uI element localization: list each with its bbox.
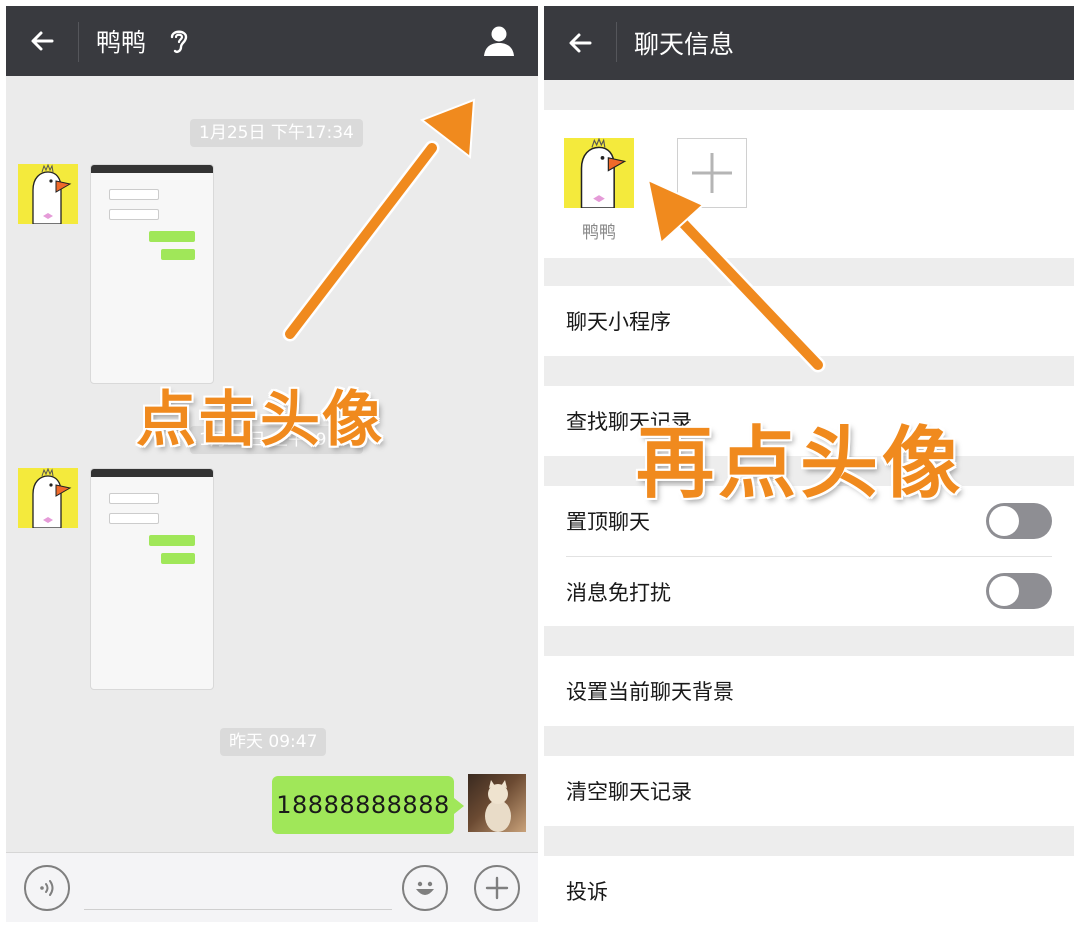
duck-avatar-icon xyxy=(580,138,627,208)
chat-info-header: 聊天信息 xyxy=(544,6,1074,80)
clear-history-label: 清空聊天记录 xyxy=(566,780,692,804)
pin-chat-toggle[interactable] xyxy=(986,503,1052,539)
mute-label: 消息免打扰 xyxy=(566,580,671,605)
mini-program-label: 聊天小程序 xyxy=(566,310,671,334)
sent-message-bubble[interactable]: 18888888888 xyxy=(272,776,464,834)
message-input[interactable] xyxy=(84,909,392,910)
input-bar xyxy=(6,852,538,922)
earpiece-mode-indicator xyxy=(166,26,192,60)
back-arrow-icon xyxy=(569,33,592,53)
report-item[interactable]: 投诉 xyxy=(544,856,1074,922)
mute-item[interactable]: 消息免打扰 xyxy=(544,557,1074,626)
mute-toggle[interactable] xyxy=(986,573,1052,609)
member-avatar[interactable] xyxy=(564,138,634,208)
cat-avatar-icon xyxy=(485,780,511,832)
mini-program-item[interactable]: 聊天小程序 xyxy=(544,286,1074,356)
image-message[interactable] xyxy=(90,164,214,384)
plus-icon xyxy=(692,153,732,193)
header-separator xyxy=(78,22,79,62)
emoji-button[interactable] xyxy=(402,865,448,911)
add-member-button[interactable] xyxy=(677,138,747,208)
back-button[interactable] xyxy=(550,6,610,80)
chat-info-screen: 聊天信息 鸭鸭 聊天小程序 查找聊天记录 置顶聊天 消息免打扰 设置当前聊天背景… xyxy=(544,6,1074,922)
annotation-tap-avatar-again: 再点头像 xyxy=(636,419,965,509)
report-label: 投诉 xyxy=(566,880,608,904)
plus-circle-icon xyxy=(485,876,509,900)
earpiece-icon xyxy=(170,30,188,53)
set-background-label: 设置当前聊天背景 xyxy=(566,680,734,704)
my-avatar[interactable] xyxy=(468,774,526,832)
set-background-item[interactable]: 设置当前聊天背景 xyxy=(544,656,1074,726)
contact-avatar[interactable] xyxy=(18,164,78,224)
chat-header: 鸭鸭 xyxy=(6,6,538,76)
chat-screen: 鸭鸭 1月25日 下午17:34 1月25日 上午09:34 昨天 09:47 … xyxy=(6,6,538,922)
duck-avatar-icon xyxy=(32,468,72,528)
chat-info-title: 聊天信息 xyxy=(634,30,735,59)
back-arrow-icon xyxy=(31,31,54,51)
clear-history-item[interactable]: 清空聊天记录 xyxy=(544,756,1074,826)
timestamp: 1月25日 下午17:34 xyxy=(190,119,363,147)
duck-avatar-icon xyxy=(32,164,72,224)
more-button[interactable] xyxy=(474,865,520,911)
chat-title: 鸭鸭 xyxy=(96,28,147,57)
person-icon xyxy=(484,26,514,56)
chat-profile-button[interactable] xyxy=(482,24,516,58)
annotation-tap-avatar: 点击头像 xyxy=(136,385,384,455)
members-section: 鸭鸭 xyxy=(544,110,1074,258)
emoji-icon xyxy=(416,881,434,895)
header-separator xyxy=(616,22,617,62)
image-message[interactable] xyxy=(90,468,214,690)
timestamp: 昨天 09:47 xyxy=(220,728,327,756)
member-name: 鸭鸭 xyxy=(582,223,616,243)
voice-button[interactable] xyxy=(24,865,70,911)
voice-icon xyxy=(40,880,54,896)
back-button[interactable] xyxy=(12,6,72,76)
contact-avatar[interactable] xyxy=(18,468,78,528)
